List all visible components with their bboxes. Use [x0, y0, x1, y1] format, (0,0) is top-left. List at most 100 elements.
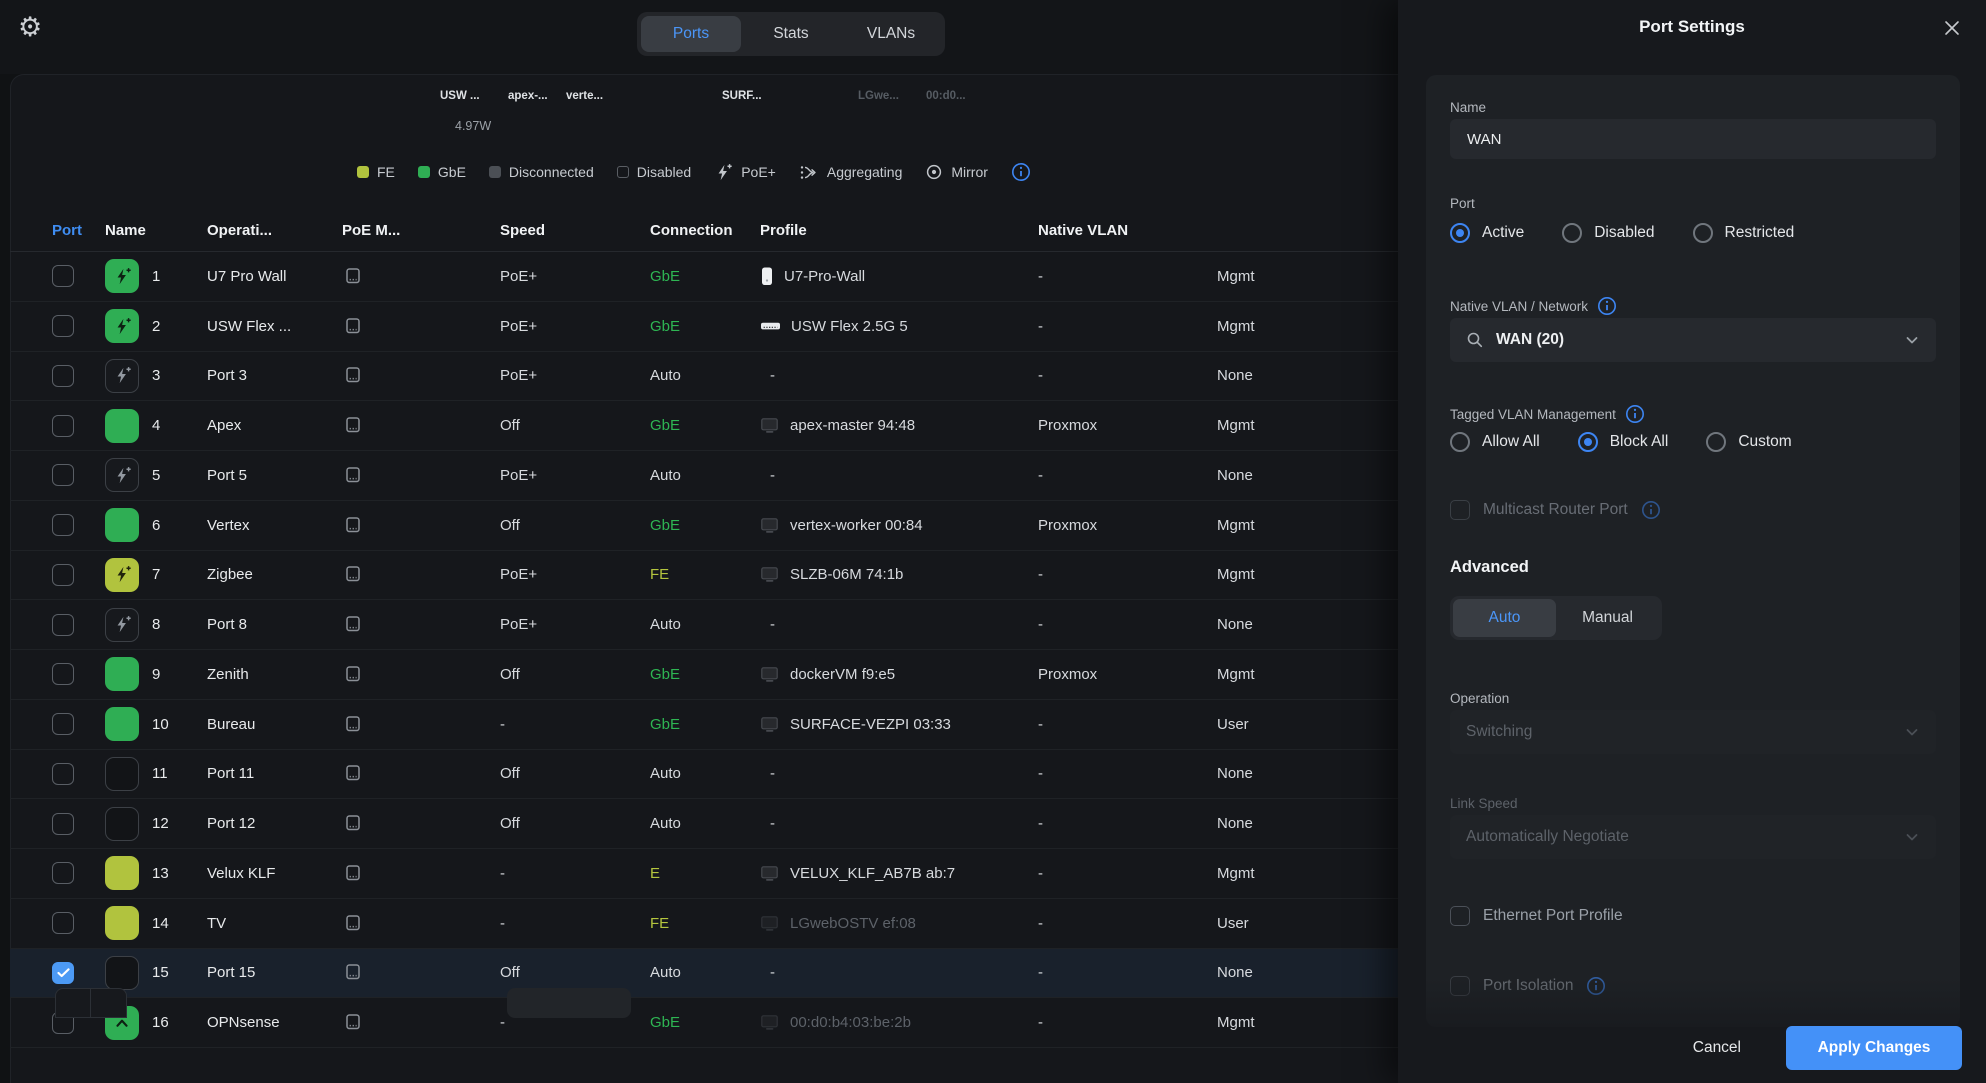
poe-mode: - — [500, 865, 650, 882]
tab-stats[interactable]: Stats — [741, 16, 841, 52]
connection-device-icon — [760, 865, 780, 882]
native-vlan: Mgmt — [1217, 1014, 1400, 1031]
tab-ports[interactable]: Ports — [641, 16, 741, 52]
radio-allow-all[interactable]: Allow All — [1450, 432, 1540, 452]
table-row[interactable]: 12 Port 12 Off Auto - - None — [10, 799, 1400, 849]
port-status-icon — [105, 359, 139, 393]
table-row[interactable]: 6 Vertex Off GbE vertex-worker 00:84 Pro… — [10, 501, 1400, 551]
profile: - — [1038, 566, 1217, 583]
column-header-speed[interactable]: Speed — [500, 222, 650, 239]
column-header-name[interactable]: Name — [105, 222, 207, 239]
row-checkbox[interactable] — [52, 663, 105, 685]
connection: dockerVM f9:e5 — [760, 666, 1038, 683]
row-checkbox[interactable] — [52, 763, 105, 785]
connection-name: - — [770, 815, 775, 832]
link-speed: GbE — [650, 318, 760, 335]
connection-name: VELUX_KLF_AB7B ab:7 — [790, 865, 955, 882]
row-checkbox[interactable] — [52, 912, 105, 934]
row-checkbox[interactable] — [52, 564, 105, 586]
connection: SLZB-06M 74:1b — [760, 566, 1038, 583]
column-header-poe[interactable]: PoE M... — [342, 222, 500, 239]
connection: - — [760, 815, 1038, 832]
apply-changes-button[interactable]: Apply Changes — [1786, 1026, 1962, 1070]
table-row[interactable]: 2 USW Flex ... PoE+ GbE USW Flex 2.5G 5 … — [10, 302, 1400, 352]
close-icon[interactable] — [1942, 18, 1962, 38]
native-vlan-label-row: Native VLAN / Network — [1450, 296, 1936, 316]
connection-name: dockerVM f9:e5 — [790, 666, 895, 683]
search-icon — [1466, 331, 1484, 349]
native-vlan: User — [1217, 716, 1400, 733]
table-row[interactable]: 7 Zigbee PoE+ FE SLZB-06M 74:1b - Mgmt — [10, 551, 1400, 601]
name-input[interactable]: WAN — [1450, 119, 1936, 159]
table-row[interactable]: 4 Apex Off GbE apex-master 94:48 Proxmox… — [10, 401, 1400, 451]
table-row[interactable]: 8 Port 8 PoE+ Auto - - None — [10, 600, 1400, 650]
poe-mode: Off — [500, 666, 650, 683]
radio-restricted[interactable]: Restricted — [1693, 223, 1795, 243]
column-header-profile[interactable]: Profile — [760, 222, 1038, 239]
column-header-port[interactable]: Port — [52, 222, 105, 239]
column-header-connection[interactable]: Connection — [650, 222, 760, 239]
connection: VELUX_KLF_AB7B ab:7 — [760, 865, 1038, 882]
column-header-vlan[interactable]: Native VLAN — [1038, 222, 1217, 239]
native-vlan: Mgmt — [1217, 517, 1400, 534]
table-row[interactable]: 3 Port 3 PoE+ Auto - - None — [10, 352, 1400, 402]
connection-name: - — [770, 616, 775, 633]
segment-manual[interactable]: Manual — [1556, 599, 1659, 637]
pagination-buttons[interactable] — [55, 988, 127, 1018]
multicast-label: Multicast Router Port — [1483, 501, 1628, 519]
table-row[interactable]: 16 OPNsense - GbE 00:d0:b4:03:be:2b - Mg… — [10, 998, 1400, 1048]
row-checkbox[interactable] — [52, 464, 105, 486]
row-checkbox[interactable] — [52, 713, 105, 735]
radio-block-all[interactable]: Block All — [1578, 432, 1669, 452]
switch-device-icon — [342, 913, 500, 934]
port-number: 3 — [152, 367, 207, 384]
native-vlan-select[interactable]: WAN (20) — [1450, 318, 1936, 362]
link-speed: E — [650, 865, 760, 882]
radio-custom[interactable]: Custom — [1706, 432, 1791, 452]
column-header-operation[interactable]: Operati... — [207, 222, 342, 239]
link-speed: Auto — [650, 367, 760, 384]
connection: 00:d0:b4:03:be:2b — [760, 1014, 1038, 1031]
port-number: 2 — [152, 318, 207, 335]
row-checkbox[interactable] — [52, 614, 105, 636]
info-icon[interactable] — [1011, 162, 1031, 182]
info-icon[interactable] — [1625, 404, 1645, 424]
profile: - — [1038, 1014, 1217, 1031]
row-checkbox[interactable] — [52, 265, 105, 287]
connection-device-icon — [760, 266, 774, 287]
tab-vlans[interactable]: VLANs — [841, 16, 941, 52]
cancel-button[interactable]: Cancel — [1693, 1039, 1741, 1057]
connection-device-icon — [760, 517, 780, 534]
settings-gear-icon[interactable]: ⚙ — [18, 12, 42, 43]
table-row[interactable]: 15 Port 15 Off Auto - - None — [10, 949, 1400, 999]
connection: vertex-worker 00:84 — [760, 517, 1038, 534]
row-checkbox[interactable] — [52, 365, 105, 387]
radio-disabled[interactable]: Disabled — [1562, 223, 1654, 243]
table-row[interactable]: 11 Port 11 Off Auto - - None — [10, 750, 1400, 800]
rows-per-page-control[interactable] — [507, 988, 631, 1018]
port-number: 13 — [152, 865, 207, 882]
row-checkbox[interactable] — [52, 415, 105, 437]
ethernet-port-profile-checkbox[interactable] — [1450, 906, 1470, 926]
table-row[interactable]: 9 Zenith Off GbE dockerVM f9:e5 Proxmox … — [10, 650, 1400, 700]
port-name: Port 15 — [207, 964, 342, 981]
row-checkbox[interactable] — [52, 862, 105, 884]
row-checkbox[interactable] — [52, 813, 105, 835]
segment-auto[interactable]: Auto — [1453, 599, 1556, 637]
ethernet-port-profile-row[interactable]: Ethernet Port Profile — [1450, 906, 1936, 926]
row-checkbox[interactable] — [52, 315, 105, 337]
table-row[interactable]: 14 TV - FE LGwebOSTV ef:08 - User — [10, 899, 1400, 949]
radio-active[interactable]: Active — [1450, 223, 1524, 243]
tagged-vlan-label: Tagged VLAN Management — [1450, 407, 1616, 422]
port-number: 12 — [152, 815, 207, 832]
table-row[interactable]: 13 Velux KLF - E VELUX_KLF_AB7B ab:7 - M… — [10, 849, 1400, 899]
table-row[interactable]: 10 Bureau - GbE SURFACE-VEZPI 03:33 - Us… — [10, 700, 1400, 750]
row-checkbox[interactable] — [52, 514, 105, 536]
table-row[interactable]: 5 Port 5 PoE+ Auto - - None — [10, 451, 1400, 501]
poe-mode: Off — [500, 815, 650, 832]
port-name: Port 12 — [207, 815, 342, 832]
info-icon[interactable] — [1597, 296, 1617, 316]
table-row[interactable]: 1 U7 Pro Wall PoE+ GbE U7-Pro-Wall - Mgm… — [10, 252, 1400, 302]
row-checkbox[interactable] — [52, 962, 105, 984]
device-port-label: 00:d0... — [926, 90, 966, 102]
